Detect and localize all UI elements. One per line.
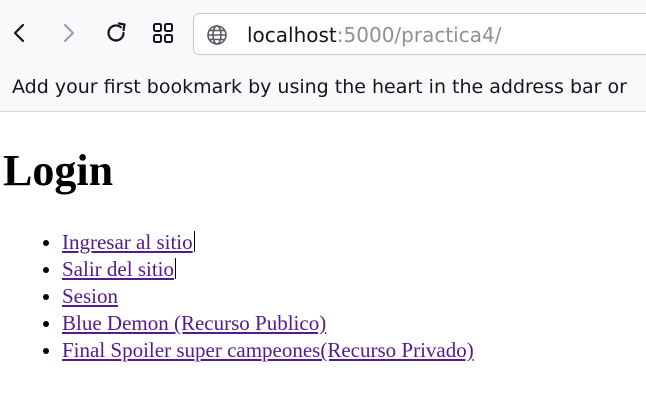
page-title: Login [3,146,114,195]
list-item: Salir del sitio [62,256,474,283]
list-item: Blue Demon (Recurso Publico) [62,310,474,337]
grid-icon [151,21,175,45]
bookmarks-toolbar: Add your first bookmark by using the hea… [0,68,646,112]
url-path: :5000/practica4/ [336,23,502,47]
list-item: Final Spoiler super campeones(Recurso Pr… [62,337,474,364]
link-sesion[interactable]: Sesion [62,284,118,308]
reload-icon [104,21,128,45]
text-caret [193,231,195,252]
back-button[interactable] [4,17,36,49]
browser-toolbar: localhost:5000/practica4/ [0,0,646,68]
chevron-right-icon [58,23,78,43]
link-list: Ingresar al sitio Salir del sitio Sesion… [0,229,474,364]
text-caret [175,258,176,279]
link-salir[interactable]: Salir del sitio [62,257,174,281]
link-ingresar[interactable]: Ingresar al sitio [62,230,193,254]
reload-button[interactable] [100,17,132,49]
list-item: Ingresar al sitio [62,229,474,256]
forward-button[interactable] [52,17,84,49]
url-text[interactable]: localhost:5000/practica4/ [247,21,501,49]
tabs-overview-button[interactable] [147,17,179,49]
url-host: localhost [247,23,337,47]
globe-icon[interactable] [206,24,228,46]
chevron-left-icon [10,23,30,43]
address-bar[interactable]: localhost:5000/practica4/ [193,13,646,55]
page-content: Login Ingresar al sitio Salir del sitio … [0,113,646,406]
link-blue-demon[interactable]: Blue Demon (Recurso Publico) [62,311,326,335]
bookmarks-empty-message: Add your first bookmark by using the hea… [12,76,627,98]
list-item: Sesion [62,283,474,310]
link-final-spoiler[interactable]: Final Spoiler super campeones(Recurso Pr… [62,338,474,362]
